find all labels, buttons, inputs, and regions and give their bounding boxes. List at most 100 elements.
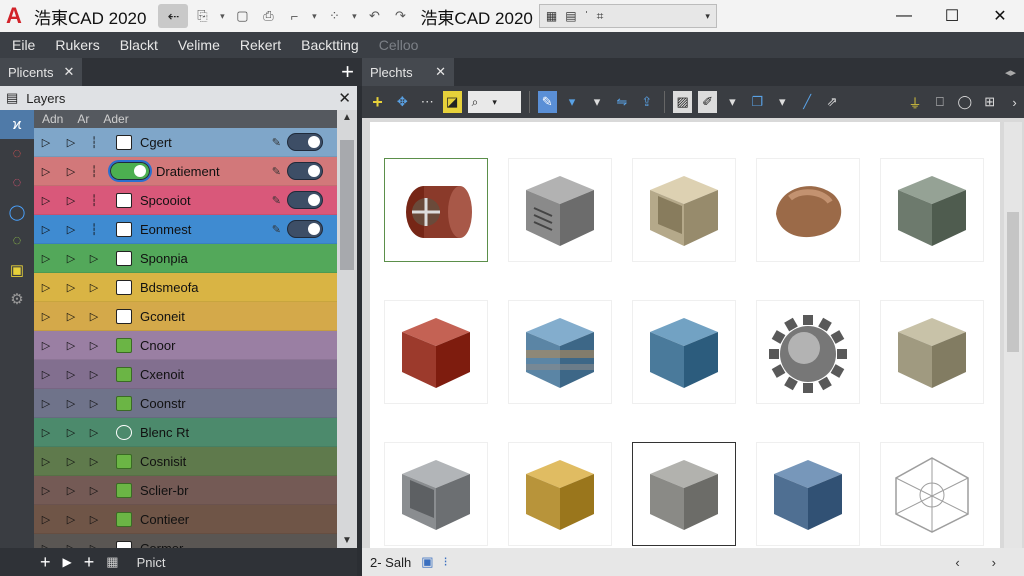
scroll-down-icon[interactable]: ▼ <box>337 535 357 546</box>
layer-row[interactable]: ▷ ▷ ▷ Bdsmeofa <box>34 273 337 302</box>
layer-toggle[interactable] <box>108 160 152 182</box>
freeze-icon[interactable]: ▷ <box>58 310 84 323</box>
menu-item-rekert[interactable]: Rekert <box>240 37 281 53</box>
visibility-icon[interactable]: ▷ <box>34 513 58 526</box>
add-icon[interactable]: + <box>368 91 387 113</box>
block-tile-gear[interactable] <box>756 300 860 404</box>
menu-item-backtting[interactable]: Backtting <box>301 37 359 53</box>
minimize-button[interactable]: — <box>880 0 928 32</box>
block-tile-cube-open[interactable] <box>632 158 736 262</box>
visibility-icon[interactable]: ▷ <box>34 484 58 497</box>
layer-row[interactable]: ▷ ▷ ▷ Sclier-br <box>34 476 337 505</box>
lock-icon[interactable]: ▷ <box>84 455 104 468</box>
lock-icon[interactable]: ┆ <box>84 165 104 178</box>
close-icon[interactable]: ✕ <box>338 89 351 107</box>
layer-toggle[interactable] <box>287 133 323 151</box>
lock-icon[interactable]: ▷ <box>84 397 104 410</box>
save-icon[interactable]: ▢ <box>230 4 254 28</box>
block-tile-cube[interactable] <box>508 442 612 546</box>
close-icon[interactable]: ✕ <box>435 64 446 80</box>
scroll-thumb[interactable] <box>340 140 354 270</box>
layer-row[interactable]: ▷ ▷ ▷ Cosnisit <box>34 447 337 476</box>
fill-dropdown-icon[interactable]: ▾ <box>563 91 582 113</box>
copy-icon[interactable]: ❐ <box>748 91 767 113</box>
block-tile-lattice[interactable] <box>880 442 984 546</box>
layer-row[interactable]: ▷ ▷ ▷ Contieer <box>34 505 337 534</box>
col-ader[interactable]: Ader <box>103 112 128 126</box>
gear-icon[interactable]: ⚙ <box>0 284 34 313</box>
pin-tool-icon[interactable]: ϰ <box>0 110 34 139</box>
lasso-red-icon[interactable]: ◌ <box>0 139 34 168</box>
maximize-button[interactable]: ☐ <box>928 0 976 32</box>
scroll-right-icon[interactable]: › <box>992 555 996 570</box>
layer-row[interactable]: ▷ ▷ ▷ Gconeit <box>34 302 337 331</box>
visibility-icon[interactable]: ▷ <box>34 223 58 236</box>
more-icon[interactable]: › <box>1005 91 1024 113</box>
layer-row[interactable]: ▷ ▷ ▷ Blenc Rt <box>34 418 337 447</box>
layer-row[interactable]: ▷ ▷ ┆ Spcooiot ✎ <box>34 186 337 215</box>
add-tab-button[interactable]: + <box>341 59 354 85</box>
lock-icon[interactable]: ▷ <box>84 252 104 265</box>
lock-icon[interactable]: ┆ <box>84 194 104 207</box>
tab-plechts[interactable]: Plechts ✕ <box>362 58 454 86</box>
redo-icon[interactable]: ↷ <box>388 4 412 28</box>
block-tile-cube-open[interactable] <box>384 442 488 546</box>
layer-list-scrollbar[interactable]: ▲ ▼ <box>337 110 357 548</box>
workspace-dropdown[interactable]: ▦ ▤ ˈ ⌗ ▾ <box>538 4 717 28</box>
app-logo[interactable]: A <box>6 5 28 27</box>
dots-icon[interactable]: ⋯ <box>418 91 437 113</box>
freeze-icon[interactable]: ▷ <box>58 165 84 178</box>
block-tile-blob[interactable] <box>756 158 860 262</box>
menu-item-file[interactable]: Eile <box>12 37 35 53</box>
visibility-icon[interactable]: ▷ <box>34 455 58 468</box>
freeze-icon[interactable]: ▷ <box>58 426 84 439</box>
expand-icon[interactable]: ◂▸ <box>1005 66 1016 79</box>
canvas-scrollbar[interactable] <box>1004 122 1022 548</box>
lock-icon[interactable]: ▷ <box>84 339 104 352</box>
layer-row[interactable]: ▷ ▷ ▷ Cnoor <box>34 331 337 360</box>
pin-icon[interactable]: ✎ <box>272 136 281 149</box>
block-tile-cube-striped[interactable] <box>508 300 612 404</box>
layer-row[interactable]: ▷ ▷ ▷ Coonstr <box>34 389 337 418</box>
undo-icon[interactable]: ↶ <box>362 4 386 28</box>
freeze-icon[interactable]: ▷ <box>58 339 84 352</box>
layer-row[interactable]: ▷ ▷ ▷ Sponpia <box>34 244 337 273</box>
visibility-icon[interactable]: ▷ <box>34 252 58 265</box>
menu-item-celloo[interactable]: Celloo <box>379 37 419 53</box>
circle-icon[interactable]: ◯ <box>955 91 974 113</box>
edit-icon[interactable]: ✐ <box>698 91 717 113</box>
search-input[interactable]: ⌕ ▾ <box>467 91 521 113</box>
chevron-down-icon[interactable]: ▾ <box>773 91 792 113</box>
block-tile-cube[interactable] <box>880 300 984 404</box>
pin-icon[interactable]: ✎ <box>272 223 281 236</box>
layer-toggle[interactable] <box>287 220 323 238</box>
layer-toggle[interactable] <box>287 191 323 209</box>
block-tile-cylinder[interactable] <box>384 158 488 262</box>
align-icon[interactable]: ⇋ <box>612 91 631 113</box>
pin-icon[interactable]: ✎ <box>272 165 281 178</box>
menu-item-velime[interactable]: Velime <box>178 37 220 53</box>
freeze-icon[interactable]: ▷ <box>58 281 84 294</box>
block-tile-cube[interactable] <box>384 300 488 404</box>
col-ar[interactable]: Ar <box>77 112 89 126</box>
grid-icon[interactable]: ⊞ <box>980 91 999 113</box>
rect-select-icon[interactable]: ▣ <box>0 255 34 284</box>
export-icon[interactable]: ⇗ <box>823 91 842 113</box>
col-adn[interactable]: Adn <box>42 112 63 126</box>
plot-icon[interactable]: ⁘ <box>322 4 346 28</box>
lock-icon[interactable]: ▷ <box>84 484 104 497</box>
print-dropdown-icon[interactable]: ▾ <box>308 11 320 22</box>
chevron-down-icon[interactable]: ▾ <box>588 91 607 113</box>
visibility-icon[interactable]: ▷ <box>34 165 58 178</box>
block-tile-cube[interactable] <box>632 442 736 546</box>
funnel-icon[interactable]: ⏚ <box>906 91 925 113</box>
lasso-green-icon[interactable]: ◌ <box>0 226 34 255</box>
layer-row[interactable]: ▷ ▷ ┆ Dratiement ✎ <box>34 157 337 186</box>
brush-icon[interactable]: ╱ <box>798 91 817 113</box>
freeze-icon[interactable]: ▷ <box>58 368 84 381</box>
visibility-icon[interactable]: ▷ <box>34 368 58 381</box>
lock-icon[interactable]: ▷ <box>84 513 104 526</box>
menu-item-rukers[interactable]: Rukers <box>55 37 99 53</box>
options-icon[interactable]: ⁝ <box>444 554 448 570</box>
open-dropdown-icon[interactable]: ▾ <box>216 11 228 22</box>
